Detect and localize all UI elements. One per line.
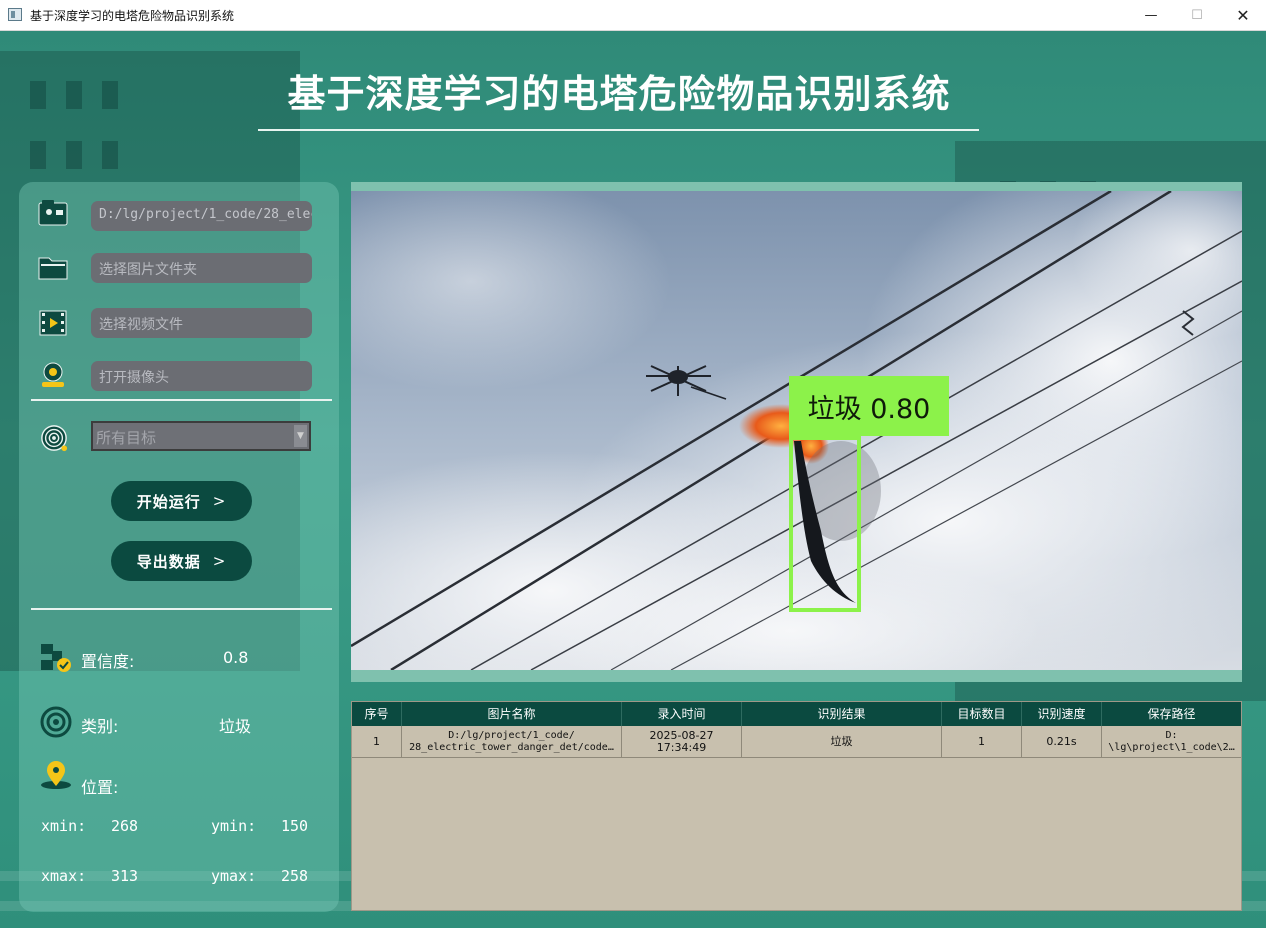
run-button-label: 开始运行 [136,492,201,511]
target-icon [41,425,68,452]
export-button[interactable]: 导出数据 > [111,541,252,581]
col-count[interactable]: 目标数目 [942,702,1022,726]
panel-divider-bottom [31,608,332,610]
detection-label: 垃圾 0.80 [789,376,949,436]
chevron-right-icon: > [212,492,227,510]
position-label: 位置: [81,778,119,797]
folder-input[interactable]: 选择图片文件夹 [91,253,312,283]
panel-divider-top [31,399,332,401]
cell-speed: 0.21s [1022,726,1102,757]
video-input[interactable]: 选择视频文件 [91,308,312,338]
col-time[interactable]: 录入时间 [622,702,742,726]
col-speed[interactable]: 识别速度 [1022,702,1102,726]
cell-index: 1 [352,726,402,757]
cell-time-clock: 17:34:49 [656,740,707,754]
minimize-button[interactable]: — [1128,0,1174,31]
cell-save-path-line1: D: [1165,729,1178,741]
close-button[interactable]: ✕ [1220,0,1266,31]
col-save-path[interactable]: 保存路径 [1102,702,1241,726]
cell-count: 1 [942,726,1022,757]
title-underline [258,129,979,131]
cell-save-path: D: \lg\project\1_code\2… [1102,726,1241,757]
col-index[interactable]: 序号 [352,702,402,726]
target-select[interactable]: 所有目标 ▼ [91,421,311,451]
chevron-down-icon[interactable]: ▼ [294,425,307,447]
ymin-label: ymin: [211,817,257,835]
class-value: 垃圾 [219,717,252,736]
ymax-value: 258 [281,867,309,885]
table-header: 序号 图片名称 录入时间 识别结果 目标数目 识别速度 保存路径 [352,702,1241,726]
cell-save-path-line2: \lg\project\1_code\2… [1108,741,1235,753]
video-file-icon[interactable] [38,309,68,337]
xmax-value: 313 [111,867,139,885]
folder-icon[interactable] [38,253,68,281]
chevron-right-icon: > [212,552,227,570]
xmax-label: xmax: [41,867,87,885]
image-path-input[interactable]: D:/lg/project/1_code/28_electric_tower_d… [91,201,312,231]
class-label: 类别: [81,717,119,736]
cell-image-name: D:/lg/project/1_code/ 28_electric_tower_… [402,726,622,757]
class-icon [40,706,72,738]
cell-image-name-line1: D:/lg/project/1_code/ [448,729,575,741]
col-result[interactable]: 识别结果 [742,702,942,726]
image-file-icon[interactable] [38,199,68,227]
cell-time-date: 2025-08-27 [649,728,714,742]
confidence-value: 0.8 [223,648,249,667]
run-button[interactable]: 开始运行 > [111,481,252,521]
camera-icon[interactable] [38,361,68,389]
cell-result: 垃圾 [742,726,942,757]
ymax-label: ymax: [211,867,257,885]
page-title: 基于深度学习的电塔危险物品识别系统 [287,72,951,116]
confidence-label: 置信度: [81,652,135,671]
xmin-label: xmin: [41,817,87,835]
results-table: 序号 图片名称 录入时间 识别结果 目标数目 识别速度 保存路径 1 D:/lg… [351,701,1242,911]
cell-image-name-line2: 28_electric_tower_danger_det/code… [409,741,614,753]
maximize-button[interactable]: ☐ [1174,0,1220,31]
target-select-value: 所有目标 [96,429,157,447]
col-image-name[interactable]: 图片名称 [402,702,622,726]
cell-time: 2025-08-27 17:34:49 [622,726,742,757]
xmin-value: 268 [111,817,139,835]
table-row[interactable]: 1 D:/lg/project/1_code/ 28_electric_towe… [352,726,1241,758]
window-titlebar: 基于深度学习的电塔危险物品识别系统 — ☐ ✕ [0,0,1266,31]
detection-box [789,436,861,612]
export-button-label: 导出数据 [136,552,201,571]
ymin-value: 150 [281,817,309,835]
window-title: 基于深度学习的电塔危险物品识别系统 [30,9,235,23]
location-icon [41,761,71,789]
camera-input[interactable]: 打开摄像头 [91,361,312,391]
confidence-icon [41,644,71,672]
app-icon [8,8,22,21]
